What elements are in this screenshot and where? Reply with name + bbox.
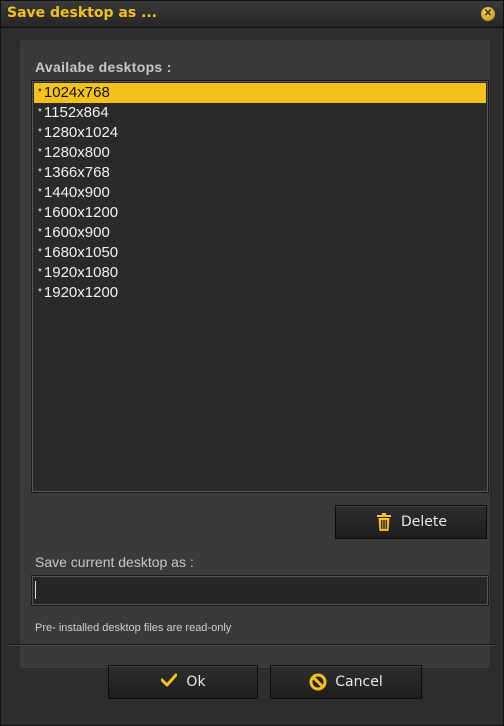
list-item-label: 1920x1080 xyxy=(43,264,119,281)
list-item-label: 1600x1200 xyxy=(43,204,119,221)
list-item-label: 1440x900 xyxy=(43,184,110,201)
list-bullet: * xyxy=(38,227,42,238)
checkmark-icon xyxy=(160,673,178,691)
ok-button-label: Ok xyxy=(186,674,206,690)
list-item[interactable]: * 1600x1200 xyxy=(32,203,488,223)
save-as-label: Save current desktop as : xyxy=(35,554,194,570)
footer-divider xyxy=(9,644,495,645)
list-item[interactable]: * 1366x768 xyxy=(32,163,488,183)
list-bullet: * xyxy=(38,87,42,98)
list-bullet: * xyxy=(38,187,42,198)
list-item-label: 1366x768 xyxy=(43,164,110,181)
list-item[interactable]: * 1152x864 xyxy=(32,103,488,123)
save-desktop-dialog: Save desktop as ... ✕ Availabe desktops … xyxy=(0,0,504,726)
list-bullet: * xyxy=(38,267,42,278)
ok-button[interactable]: Ok xyxy=(108,665,258,699)
list-bullet: * xyxy=(38,147,42,158)
cancel-button-label: Cancel xyxy=(335,674,383,690)
list-bullet: * xyxy=(38,247,42,258)
list-item[interactable]: * 1440x900 xyxy=(32,183,488,203)
list-item[interactable]: * 1600x900 xyxy=(32,223,488,243)
list-item-label: 1600x900 xyxy=(43,224,110,241)
delete-button[interactable]: Delete xyxy=(335,505,487,539)
list-bullet: * xyxy=(38,287,42,298)
title-bar[interactable]: Save desktop as ... ✕ xyxy=(1,1,503,28)
window-title: Save desktop as ... xyxy=(7,5,158,21)
list-item-label: 1152x864 xyxy=(43,104,109,121)
list-item[interactable]: * 1920x1200 xyxy=(32,283,488,303)
list-bullet: * xyxy=(38,107,42,118)
list-item-label: 1024x768 xyxy=(43,84,110,101)
list-item[interactable]: * 1920x1080 xyxy=(32,263,488,283)
save-as-input[interactable] xyxy=(31,575,489,606)
list-item[interactable]: * 1024x768 xyxy=(34,83,486,103)
list-bullet: * xyxy=(38,127,42,138)
close-icon[interactable]: ✕ xyxy=(481,7,495,21)
available-desktops-label: Availabe desktops : xyxy=(35,59,172,75)
list-item[interactable]: * 1680x1050 xyxy=(32,243,488,263)
cancel-icon xyxy=(309,673,327,691)
read-only-note: Pre- installed desktop files are read-on… xyxy=(35,622,232,634)
delete-button-label: Delete xyxy=(401,514,447,530)
list-bullet: * xyxy=(38,207,42,218)
list-item-label: 1680x1050 xyxy=(43,244,119,261)
list-item-label: 1280x1024 xyxy=(43,124,119,141)
text-caret xyxy=(35,581,36,599)
list-item-label: 1920x1200 xyxy=(43,284,119,301)
trash-icon xyxy=(375,513,393,531)
cancel-button[interactable]: Cancel xyxy=(270,665,422,699)
list-item[interactable]: * 1280x800 xyxy=(32,143,488,163)
list-bullet: * xyxy=(38,167,42,178)
desktop-list[interactable]: * 1024x768 * 1152x864 * 1280x1024 * 1280x800 * 13… xyxy=(31,80,489,493)
list-item[interactable]: * 1280x1024 xyxy=(32,123,488,143)
list-item-label: 1280x800 xyxy=(43,144,110,161)
